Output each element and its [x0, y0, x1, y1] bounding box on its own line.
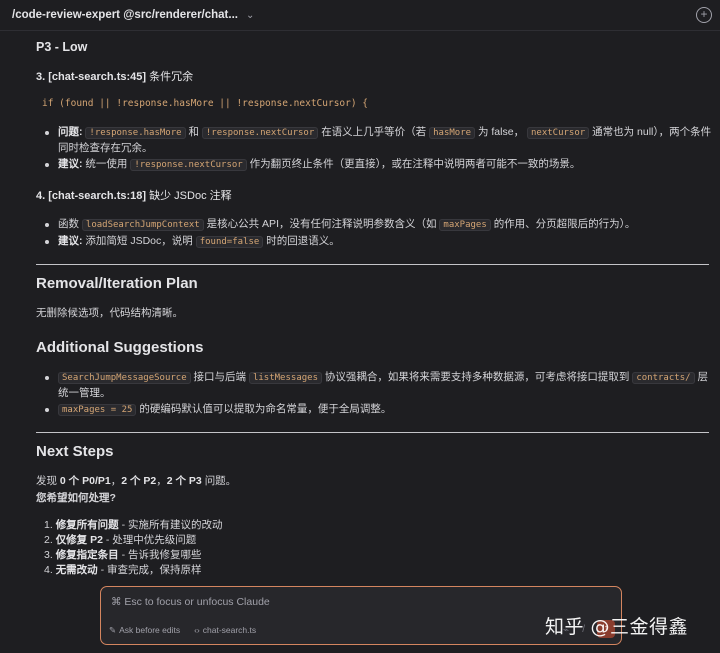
message-content: P3 - Low 3. [chat-search.ts:45] 条件冗余 if … [36, 40, 712, 578]
conversation-title[interactable]: /code-review-expert @src/renderer/chat..… [12, 9, 238, 21]
file-context-chip[interactable]: ‹› chat-search.ts [194, 625, 256, 636]
issue-3-list: 问题: !response.hasMore 和 !response.nextCu… [36, 125, 712, 173]
step-item: 4. 无需改动 - 审查完成，保持原样 [44, 564, 202, 576]
list-item: SearchJumpMessageSource 接口与后端 listMessag… [36, 370, 712, 401]
watermark: 知乎 @三金得鑫 [545, 616, 689, 638]
removal-text: 无删除候选项，代码结构清晰。 [36, 307, 183, 319]
severity-heading: P3 - Low [36, 40, 88, 54]
title-bar: /code-review-expert @src/renderer/chat..… [0, 0, 720, 31]
divider [36, 264, 709, 265]
question-text: 您希望如何处理? [36, 492, 116, 504]
step-item: 1. 修复所有问题 - 实施所有建议的改动 [44, 519, 223, 531]
next-steps-heading: Next Steps [36, 443, 114, 460]
steps-list: 1. 修复所有问题 - 实施所有建议的改动 2. 仅修复 P2 - 处理中优先级… [36, 518, 712, 578]
additional-heading: Additional Suggestions [36, 339, 204, 356]
list-item: 函数 loadSearchJumpContext 是核心公共 API，没有任何注… [36, 217, 712, 233]
list-item: 建议: 统一使用 !response.nextCursor 作为翻页终止条件（更… [36, 157, 712, 173]
list-item: 建议: 添加简短 JSDoc，说明 found=false 时的回退语义。 [36, 234, 712, 250]
issue-3-title: 3. [chat-search.ts:45] 条件冗余 [36, 71, 194, 83]
issue-4-list: 函数 loadSearchJumpContext 是核心公共 API，没有任何注… [36, 217, 712, 250]
code-snippet: if (found || !response.hasMore || !respo… [42, 98, 369, 109]
ask-before-edits-button[interactable]: ✎ Ask before edits [109, 625, 180, 636]
list-item: 问题: !response.hasMore 和 !response.nextCu… [36, 125, 712, 156]
step-item: 2. 仅修复 P2 - 处理中优先级问题 [44, 534, 197, 546]
list-item: maxPages = 25 的硬编码默认值可以提取为命名常量，便于全局调整。 [36, 402, 712, 418]
prompt-placeholder: ⌘ Esc to focus or unfocus Claude [111, 596, 270, 608]
step-item: 3. 修复指定条目 - 告诉我修复哪些 [44, 549, 202, 561]
chevron-down-icon[interactable]: ⌄ [246, 10, 254, 21]
code-icon: ‹› [194, 625, 200, 635]
pencil-icon: ✎ [109, 625, 117, 635]
divider [36, 432, 709, 433]
summary-text: 发现 0 个 P0/P1，2 个 P2，2 个 P3 问题。 [36, 475, 237, 487]
additional-list: SearchJumpMessageSource 接口与后端 listMessag… [36, 370, 712, 418]
prompt-input[interactable]: ⌘ Esc to focus or unfocus Claude ✎ Ask be… [100, 586, 622, 645]
new-chat-icon[interactable]: + [696, 7, 712, 23]
removal-heading: Removal/Iteration Plan [36, 275, 198, 292]
issue-4-title: 4. [chat-search.ts:18] 缺少 JSDoc 注释 [36, 190, 232, 202]
